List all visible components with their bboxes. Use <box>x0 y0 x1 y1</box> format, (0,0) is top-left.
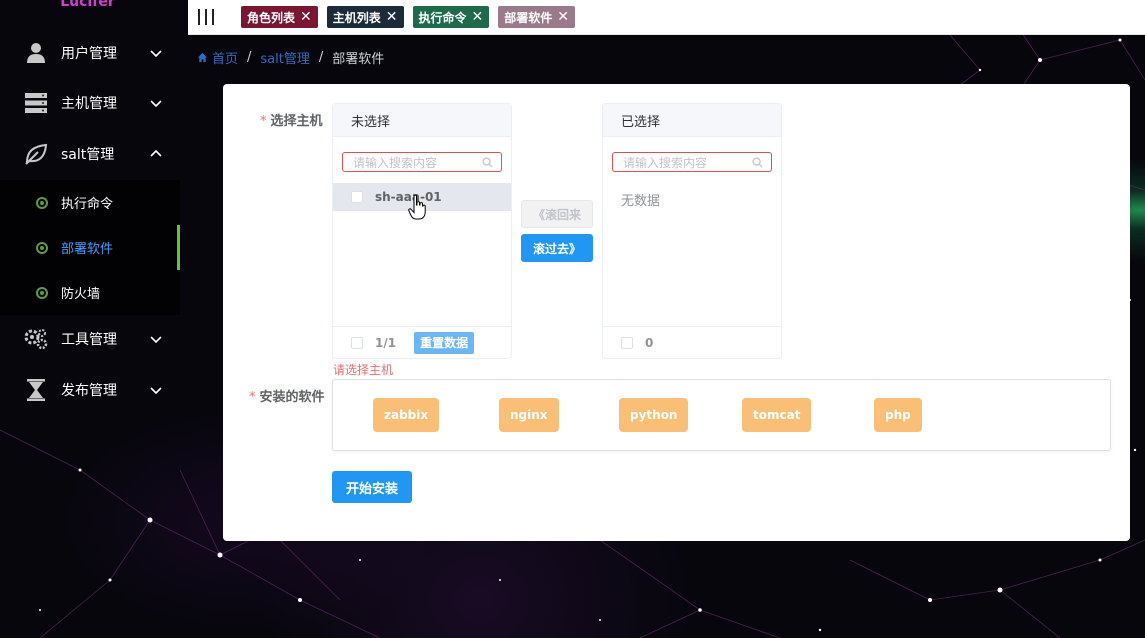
chevron-down-icon <box>150 336 162 344</box>
submenu-label: 部署软件 <box>61 242 114 257</box>
chevron-up-icon <box>150 149 162 157</box>
search-icon <box>482 157 493 168</box>
search-placeholder: 请输入搜索内容 <box>353 155 438 170</box>
menu-label: 发布管理 <box>61 383 117 399</box>
software-chip-nginx[interactable]: nginx <box>499 398 559 432</box>
item-count: 1/1 <box>375 335 397 350</box>
tag-role-list[interactable]: 角色列表 ✕ <box>241 6 318 28</box>
salt-submenu: 执行命令 部署软件 防火墙 <box>0 180 180 315</box>
move-back-button[interactable]: 《滚回来 <box>521 200 593 228</box>
deploy-form-card: * 选择主机 未选择 请输入搜索内容 sh-aaa-01 1/1 重置数据 《滚回… <box>223 84 1130 541</box>
select-all-checkbox[interactable] <box>351 336 363 349</box>
menu-salt-management[interactable]: salt管理 <box>0 129 180 179</box>
circle-dot-icon <box>36 241 48 254</box>
submenu-deploy-software[interactable]: 部署软件 <box>0 225 180 270</box>
host-select-label: * 选择主机 <box>260 114 323 129</box>
panel-title: 未选择 <box>333 104 511 137</box>
software-label: * 安装的软件 <box>249 390 325 405</box>
submenu-exec-command[interactable]: 执行命令 <box>0 180 180 225</box>
close-icon[interactable]: ✕ <box>557 10 569 24</box>
hourglass-icon <box>24 378 48 402</box>
app-logo: Lucifer <box>60 0 115 10</box>
tag-label: 角色列表 <box>247 10 296 25</box>
breadcrumb-parent[interactable]: salt管理 <box>260 48 309 67</box>
home-icon <box>197 52 208 62</box>
menu-label: 用户管理 <box>61 46 117 62</box>
tags-bar: 角色列表 ✕ 主机列表 ✕ 执行命令 ✕ 部署软件 ✕ <box>188 0 1145 35</box>
menu-release-management[interactable]: 发布管理 <box>0 365 180 415</box>
item-count: 0 <box>645 335 654 350</box>
menu-tools-management[interactable]: 工具管理 <box>0 314 180 364</box>
breadcrumb-home[interactable]: 首页 <box>212 48 238 67</box>
tag-label: 主机列表 <box>332 10 381 25</box>
menu-user-management[interactable]: 用户管理 <box>0 28 180 78</box>
panel-footer: 1/1 重置数据 <box>333 326 511 358</box>
breadcrumb: 首页 / salt管理 / 部署软件 <box>197 48 385 67</box>
empty-text: 无数据 <box>621 194 661 209</box>
menu-host-management[interactable]: 主机管理 <box>0 78 180 128</box>
chevron-down-icon <box>150 100 162 108</box>
tag-host-list[interactable]: 主机列表 ✕ <box>326 6 404 28</box>
tag-label: 执行命令 <box>418 10 467 25</box>
panel-footer: 0 <box>603 326 781 358</box>
transfer-panel-selected: 已选择 请输入搜索内容 无数据 0 <box>602 103 782 359</box>
leaf-icon <box>24 142 48 166</box>
panel-title: 已选择 <box>603 104 781 137</box>
submenu-firewall[interactable]: 防火墙 <box>0 270 180 315</box>
software-chip-php[interactable]: php <box>874 398 922 432</box>
gears-icon <box>24 327 48 351</box>
menu-toggle-icon[interactable] <box>198 9 214 25</box>
user-icon <box>24 41 48 65</box>
breadcrumb-current: 部署软件 <box>332 51 385 67</box>
software-chip-tomcat[interactable]: tomcat <box>742 398 812 432</box>
tag-deploy-software[interactable]: 部署软件 ✕ <box>498 6 575 28</box>
host-error-message: 请选择主机 <box>333 363 394 377</box>
close-icon[interactable]: ✕ <box>472 10 484 24</box>
sidebar: Lucifer 用户管理 主机管理 salt管理 执行命令 部署软件 防火墙 工… <box>0 0 180 638</box>
menu-label: 主机管理 <box>61 96 117 112</box>
server-icon <box>24 91 48 115</box>
software-chip-python[interactable]: python <box>619 398 689 432</box>
reset-data-button[interactable]: 重置数据 <box>414 331 475 354</box>
submenu-label: 防火墙 <box>61 287 101 302</box>
software-chip-zabbix[interactable]: zabbix <box>373 398 440 432</box>
search-input[interactable]: 请输入搜索内容 <box>342 152 502 172</box>
chevron-down-icon <box>150 387 162 395</box>
close-icon[interactable]: ✕ <box>386 10 398 24</box>
menu-label: 工具管理 <box>61 332 117 348</box>
select-all-checkbox[interactable] <box>621 336 633 349</box>
breadcrumb-separator: / <box>318 49 324 65</box>
start-install-button[interactable]: 开始安装 <box>332 471 412 503</box>
close-icon[interactable]: ✕ <box>300 10 312 24</box>
hand-pointer-icon <box>408 194 426 220</box>
circle-dot-icon <box>36 196 48 209</box>
search-icon <box>752 157 763 168</box>
software-options: zabbix nginx python tomcat php <box>332 379 1111 451</box>
search-placeholder: 请输入搜索内容 <box>623 155 708 170</box>
tag-label: 部署软件 <box>504 10 553 25</box>
checkbox[interactable] <box>351 191 363 203</box>
transfer-panel-unselected: 未选择 请输入搜索内容 sh-aaa-01 1/1 重置数据 <box>332 103 512 359</box>
search-input[interactable]: 请输入搜索内容 <box>612 152 772 172</box>
breadcrumb-separator: / <box>247 49 252 65</box>
submenu-label: 执行命令 <box>61 197 114 212</box>
circle-dot-icon <box>36 286 48 299</box>
tag-exec-command[interactable]: 执行命令 ✕ <box>412 6 490 28</box>
menu-label: salt管理 <box>61 147 115 163</box>
move-forward-button[interactable]: 滚过去》 <box>521 234 593 262</box>
chevron-down-icon <box>150 50 162 58</box>
